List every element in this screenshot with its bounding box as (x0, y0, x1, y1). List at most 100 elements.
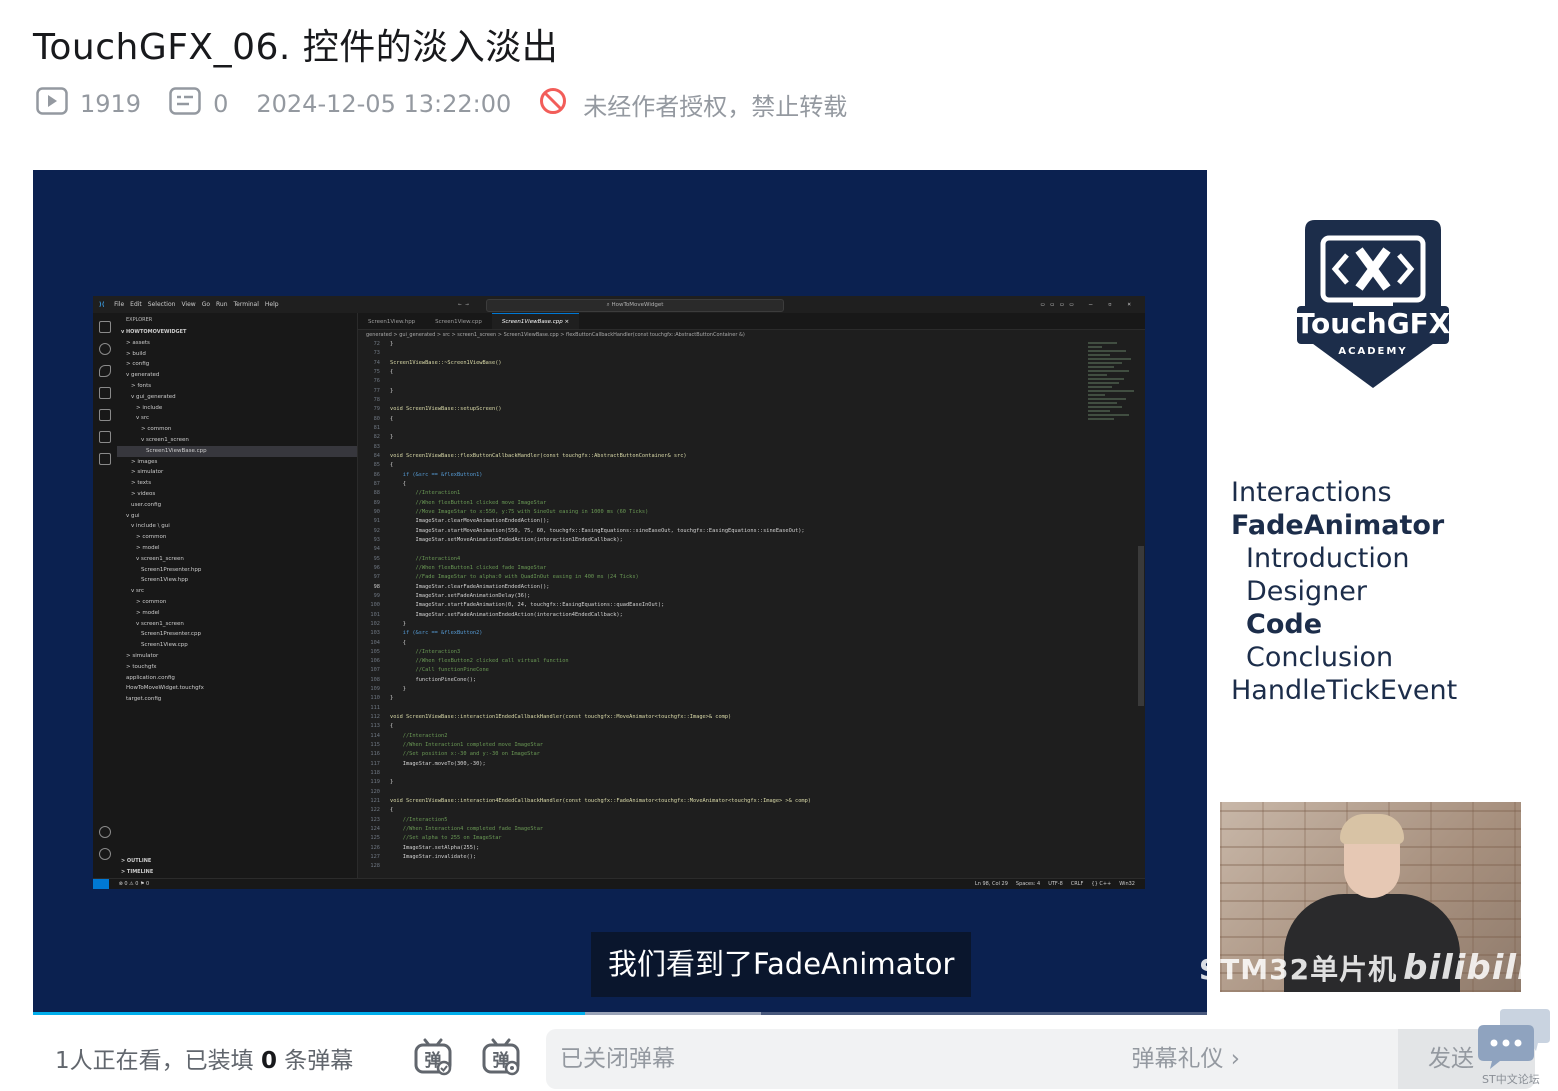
line-number: 117 (370, 760, 380, 767)
code-text: { (390, 368, 394, 375)
code-text: ImageStar.setFadeAnimationDelay(36); (390, 592, 531, 599)
explorer-tree-item: v screen1_screen (136, 555, 184, 562)
slide-topic: Introduction (1246, 543, 1410, 574)
line-number: 102 (370, 620, 380, 627)
vscode-explorer: EXPLORER v HOWTOMOVEWIDGET > assets > bui… (117, 313, 358, 878)
nav-arrows-icon: ← → (458, 301, 469, 308)
copyright-notice: 未经作者授权，禁止转载 (539, 87, 847, 122)
code-line: 127 ImageStar.invalidate(); (358, 853, 1088, 862)
danmaku-etiquette-link[interactable]: 弹幕礼仪 › (1131, 1029, 1240, 1089)
code-text: //When Interaction1 completed move Image… (390, 742, 544, 749)
code-text: functionPineCone(); (390, 676, 477, 683)
logo-title: TouchGFX (1296, 307, 1451, 340)
code-line: 81 (358, 424, 1088, 433)
explorer-tree-item: HowToMoveWidget.touchgfx (126, 685, 204, 692)
line-number: 94 (373, 546, 380, 553)
viewers-prefix: 1人正在看，已装填 (55, 1048, 254, 1074)
code-text: //When flexButton1 clicked fade ImageSta… (390, 564, 547, 571)
explorer-tree-item: > include (136, 404, 163, 411)
code-line: 82} (358, 433, 1088, 442)
play-icon (36, 87, 80, 121)
danmaku-settings-button[interactable]: 弹 (481, 1037, 521, 1077)
code-text: { (390, 639, 406, 646)
code-line: 121 void Screen1ViewBase::interaction4End… (358, 797, 1088, 806)
code-line: 123 //Interaction5 (358, 816, 1088, 825)
danmaku-toggle-icon: 弹 (414, 1038, 452, 1076)
vscode-menu-item: Edit (130, 301, 142, 308)
video-frame[interactable]: ⟩⟨ File Edit Selection View Go Run Terminal Hel… (33, 170, 1207, 1015)
line-number: 84 (373, 452, 380, 459)
line-number: 86 (373, 471, 380, 478)
vscode-scrollbar (1138, 546, 1144, 706)
status-item: Spaces: 4 (1015, 881, 1041, 887)
code-text: { (390, 480, 406, 487)
line-number: 127 (370, 854, 380, 861)
remote-indicator-icon (93, 879, 109, 889)
explorer-tree-item: Screen1View.hpp (141, 577, 189, 584)
vscode-activity-bar (93, 313, 117, 878)
extensions-icon (99, 409, 111, 421)
video-meta: 1919 0 2024-12-05 13:22:00 未经作者授权，禁止转载 (36, 86, 847, 122)
explorer-project: v HOWTOMOVEWIDGET (121, 329, 187, 335)
code-text: } (390, 341, 394, 347)
vscode-menu-item: Run (216, 301, 228, 308)
line-number: 122 (370, 807, 380, 814)
code-line: 93 ImageStar.setMoveAnimationEndedAction… (358, 536, 1088, 545)
code-text: ImageStar.startFadeAnimation(0, 24, touc… (390, 602, 665, 609)
code-line: 84 void Screen1ViewBase::flexButtonCallba… (358, 452, 1088, 461)
vscode-breadcrumb: generated > gui_generated > src > screen… (366, 332, 745, 338)
publish-time: 2024-12-05 13:22:00 (256, 90, 512, 118)
explorer-tree-item: > build (126, 350, 146, 357)
logo-subtitle: ACADEMY (1338, 346, 1407, 357)
line-number: 116 (370, 751, 380, 758)
status-problems: ⊗ 0 ⚠ 0 ⚑ 0 (118, 881, 150, 887)
line-number: 78 (373, 396, 380, 403)
code-text: } (390, 387, 394, 394)
line-number: 99 (373, 592, 380, 599)
code-line: 106 //When flexButton2 clicked call virt… (358, 657, 1088, 666)
video-player[interactable]: ⟩⟨ File Edit Selection View Go Run Terminal Hel… (33, 170, 1535, 1015)
code-text: } (390, 695, 394, 702)
explorer-tree-item: > fonts (131, 382, 152, 389)
code-line: 101 ImageStar.setFadeAnimationEndedActio… (358, 611, 1088, 620)
code-line: 111 (358, 704, 1088, 713)
copyright-text: 未经作者授权，禁止转载 (583, 92, 848, 121)
line-number: 114 (370, 732, 380, 739)
code-text: void Screen1ViewBase::interaction4EndedC… (390, 798, 811, 805)
code-line: 120 (358, 788, 1088, 797)
code-line: 73 (358, 349, 1088, 358)
st-forum-badge[interactable]: ST中文论坛 (1476, 1005, 1554, 1089)
status-item: {} C++ (1091, 881, 1112, 887)
line-number: 126 (370, 844, 380, 851)
danmaku-input[interactable]: 已关闭弹幕 弹幕礼仪 › (546, 1029, 1466, 1089)
code-text: //Interaction5 (390, 816, 448, 823)
explorer-tree-item: v src (136, 415, 150, 422)
explorer-tree-item: > simulator (126, 652, 159, 659)
code-line: 114 //Interaction2 (358, 732, 1088, 741)
status-item: Win32 (1119, 881, 1135, 887)
line-number: 123 (370, 816, 380, 823)
explorer-tree-item: application.config (126, 674, 175, 681)
explorer-tree-item: v screen1_screen (141, 436, 189, 443)
code-line: 79 void Screen1ViewBase::setupScreen() (358, 405, 1088, 414)
code-line: 108 functionPineCone(); (358, 676, 1088, 685)
vscode-menu-item: Help (264, 301, 279, 308)
forum-badge-label: ST中文论坛 (1482, 1073, 1540, 1086)
line-number: 121 (370, 798, 380, 805)
slide-topic: Designer (1246, 576, 1367, 607)
outline-section: > OUTLINE (121, 858, 152, 865)
explorer-tree-item: v include \ gui (131, 523, 170, 530)
editor-tab: Screen1ViewBase.cpp × (491, 313, 580, 329)
testing-icon (99, 431, 111, 443)
danmaku-toggle-button[interactable]: 弹 (413, 1037, 453, 1077)
vscode-statusbar: ⊗ 0 ⚠ 0 ⚑ 0 Ln 98, Col 29 Spaces: 4 UTF-8 C… (93, 878, 1145, 889)
video-title: TouchGFX_06. 控件的淡入淡出 (33, 27, 559, 68)
remote-explorer-icon (99, 453, 111, 465)
status-item: Ln 98, Col 29 (974, 881, 1008, 887)
vscode-menu-item: File (114, 301, 125, 308)
viewers-suffix: 条弹幕 (284, 1048, 354, 1074)
code-line: 103 if (&src == &flexButton2) (358, 629, 1088, 638)
prohibited-icon (539, 87, 579, 121)
code-line: 83 (358, 443, 1088, 452)
code-line: 98 ImageStar.clearFadeAnimationEndedActi… (358, 583, 1088, 592)
